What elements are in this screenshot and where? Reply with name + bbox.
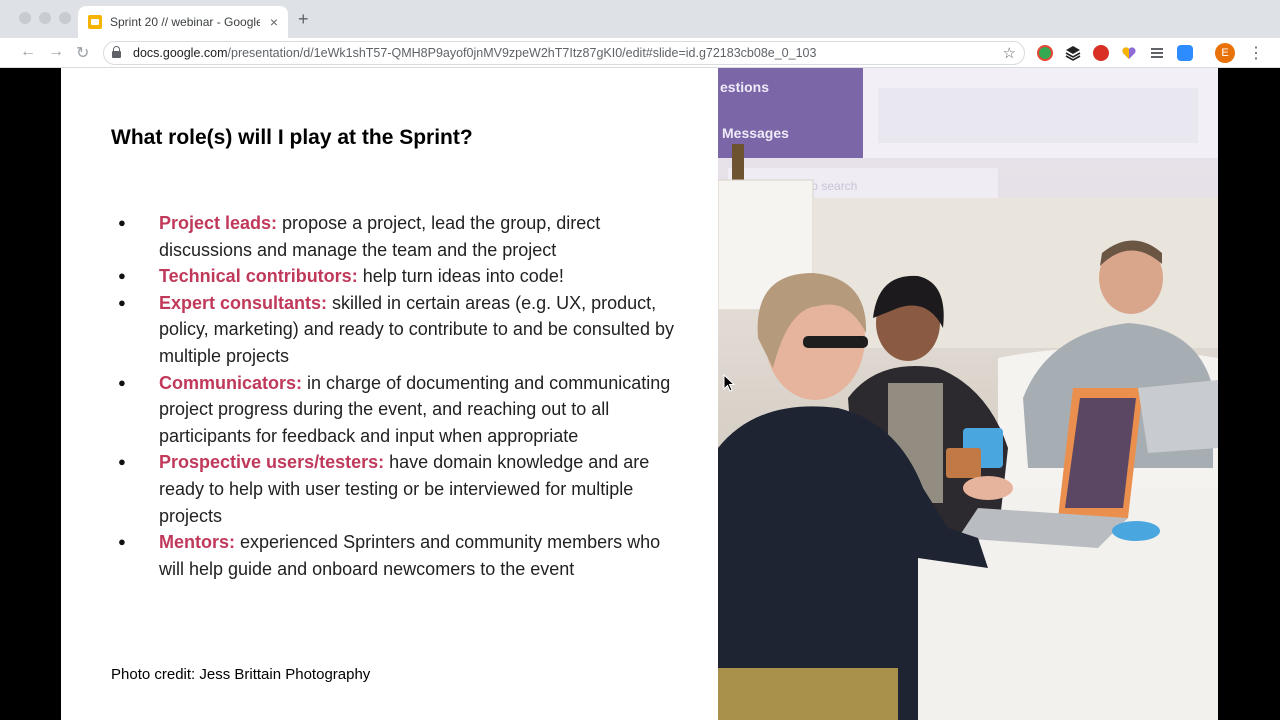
- role-term: Prospective users/testers:: [159, 452, 385, 473]
- tab-strip: Sprint 20 // webinar - Google Sl × +: [0, 0, 1280, 38]
- window-minimize-dot[interactable]: [39, 12, 51, 24]
- role-term: Expert consultants:: [159, 292, 328, 313]
- role-term: Project leads:: [159, 213, 278, 233]
- role-term: Mentors:: [159, 532, 235, 553]
- new-tab-button[interactable]: +: [298, 9, 309, 30]
- presentation-slide: What role(s) will I play at the Sprint? …: [61, 68, 1218, 720]
- list-item: Technical contributors: help turn ideas …: [118, 263, 688, 290]
- url-host: docs.google.com: [133, 46, 228, 60]
- extension-chrome-icon[interactable]: [1037, 45, 1053, 61]
- slide-title: What role(s) will I play at the Sprint?: [111, 126, 473, 149]
- role-term: Technical contributors:: [159, 266, 358, 287]
- role-description: experienced Sprinters and community memb…: [159, 532, 661, 579]
- sprint-photo-illustration: estions Messages to search: [718, 68, 1218, 720]
- tab-close-icon[interactable]: ×: [270, 14, 278, 30]
- screen-text-messages: Messages: [722, 125, 789, 141]
- browser-tab-active[interactable]: Sprint 20 // webinar - Google Sl ×: [78, 6, 288, 38]
- extension-list-icon[interactable]: [1149, 45, 1165, 61]
- url-text: docs.google.com/presentation/d/1eWk1shT5…: [133, 46, 816, 60]
- browser-toolbar: ← → ↻ docs.google.com/presentation/d/1eW…: [0, 38, 1280, 68]
- reload-button[interactable]: ↻: [76, 43, 89, 63]
- tab-title: Sprint 20 // webinar - Google Sl: [110, 15, 260, 29]
- extension-heart-icon[interactable]: [1121, 45, 1137, 61]
- lock-icon: [112, 46, 121, 58]
- window-close-dot[interactable]: [19, 12, 31, 24]
- bookmark-star-icon[interactable]: ☆: [1003, 44, 1016, 62]
- mouse-cursor-icon: [723, 374, 735, 392]
- address-bar[interactable]: docs.google.com/presentation/d/1eWk1shT5…: [103, 41, 1025, 65]
- screen-text-questions: estions: [720, 79, 769, 95]
- browser-menu-icon[interactable]: ⋮: [1248, 43, 1264, 63]
- forward-button[interactable]: →: [48, 43, 64, 61]
- list-item: Project leads: propose a project, lead t…: [118, 210, 688, 263]
- extension-opera-icon[interactable]: [1093, 45, 1109, 61]
- extension-zoom-icon[interactable]: [1177, 45, 1193, 61]
- extension-layers-icon[interactable]: [1065, 45, 1081, 61]
- role-description: help turn ideas into code!: [357, 266, 564, 287]
- url-path: /presentation/d/1eWk1shT57-QMH8P9ayof0jn…: [227, 46, 817, 60]
- list-item: Mentors: experienced Sprinters and commu…: [118, 529, 688, 582]
- roles-list: Project leads: propose a project, lead t…: [118, 210, 688, 582]
- profile-avatar[interactable]: E: [1215, 43, 1235, 63]
- list-item: Prospective users/testers: have domain k…: [118, 449, 688, 529]
- sprint-photo: estions Messages to search: [718, 68, 1218, 720]
- list-item: Communicators: in charge of documenting …: [118, 370, 688, 450]
- role-term: Communicators:: [159, 372, 303, 393]
- back-button[interactable]: ←: [20, 43, 36, 61]
- slides-favicon-icon: [88, 15, 102, 29]
- list-item: Expert consultants: skilled in certain a…: [118, 290, 688, 370]
- screen-text-search: to search: [808, 179, 857, 193]
- photo-credit: Photo credit: Jess Brittain Photography: [111, 666, 371, 683]
- window-zoom-dot[interactable]: [59, 12, 71, 24]
